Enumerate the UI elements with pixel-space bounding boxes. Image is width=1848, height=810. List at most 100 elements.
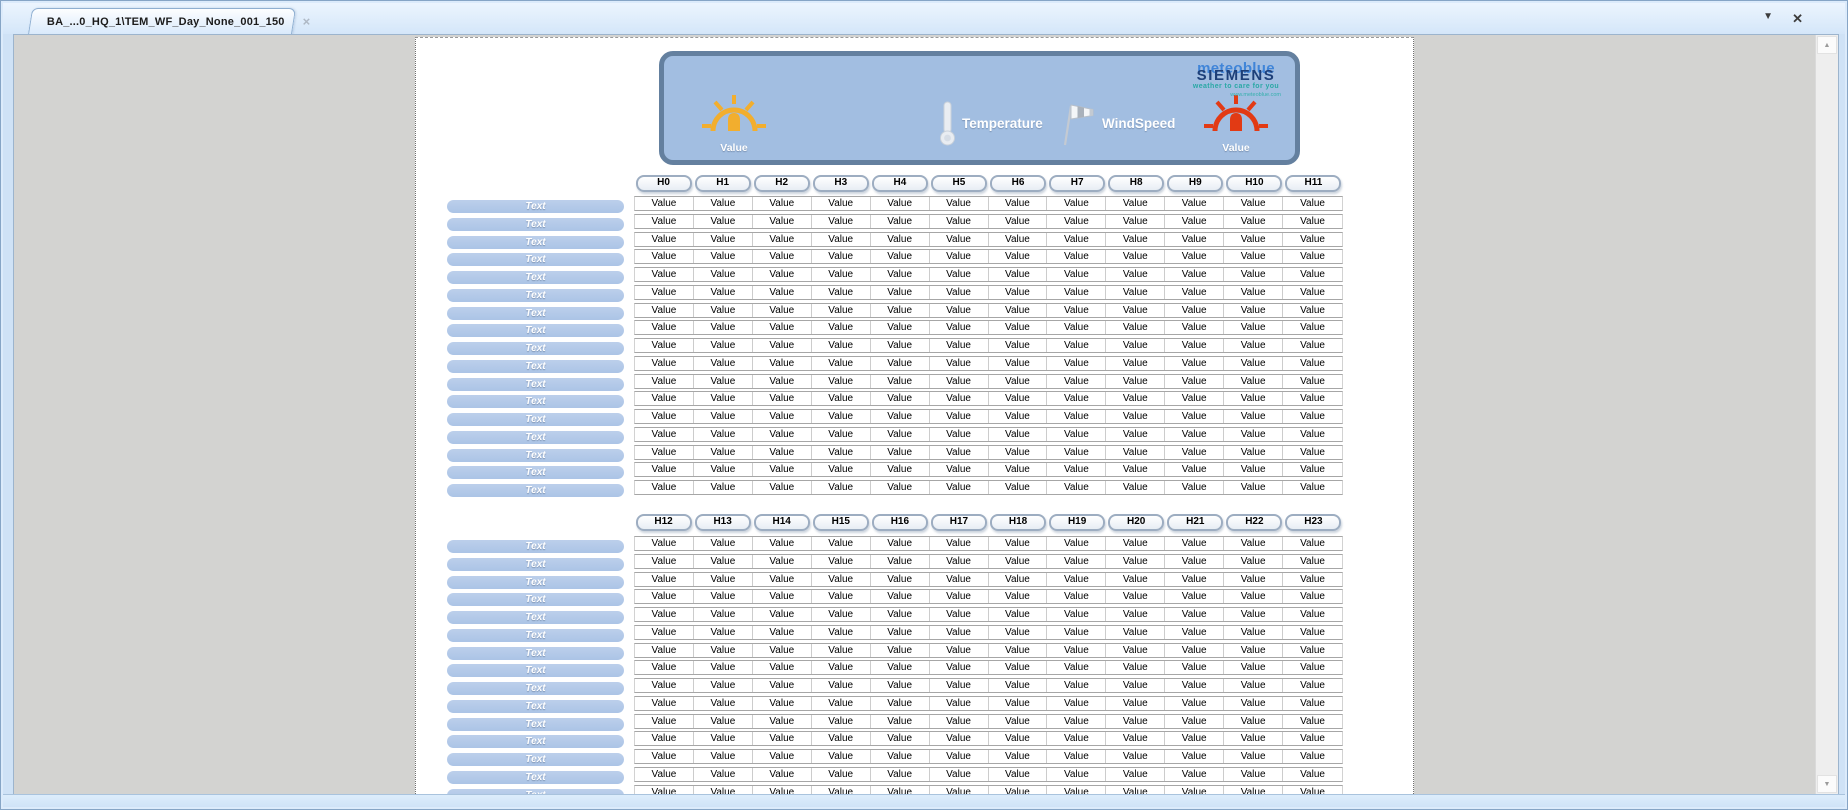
column-header-h19: H19 (1049, 514, 1105, 531)
value-cell: Value (930, 339, 989, 352)
value-cell: Value (812, 339, 871, 352)
sunset-block: Value (1192, 94, 1280, 154)
value-cell: Value (930, 590, 989, 603)
value-cell: Value (1106, 626, 1165, 639)
value-cell: Value (930, 537, 989, 550)
value-cell: Value (1106, 428, 1165, 441)
value-cell: Value (694, 304, 753, 317)
row-label-pill: Text (447, 236, 624, 249)
row-label-pill: Text (447, 431, 624, 444)
value-cell: Value (1106, 608, 1165, 621)
value-cell: Value (1106, 750, 1165, 763)
value-cell: Value (694, 573, 753, 586)
value-cell: Value (1224, 233, 1283, 246)
value-cell: Value (1224, 428, 1283, 441)
row-label-pill: Text (447, 593, 624, 606)
value-cell: Value (694, 715, 753, 728)
close-icon[interactable]: ✕ (1792, 11, 1803, 27)
row-label-pill: Text (447, 395, 624, 408)
sunrise-value-label: Value (690, 142, 778, 154)
value-cell: Value (635, 392, 694, 405)
value-cell: Value (694, 321, 753, 334)
value-cell: Value (1283, 268, 1342, 281)
value-cell: Value (694, 537, 753, 550)
value-cell: Value (812, 555, 871, 568)
value-cell: Value (694, 555, 753, 568)
table-row: ValueValueValueValueValueValueValueValue… (634, 427, 1343, 442)
report-page: Value Temperature (415, 37, 1414, 795)
value-cell: Value (1283, 732, 1342, 745)
table-row: ValueValueValueValueValueValueValueValue… (634, 714, 1343, 729)
value-cell: Value (1283, 392, 1342, 405)
value-cell: Value (1165, 463, 1224, 476)
value-cell: Value (812, 626, 871, 639)
value-cell: Value (812, 463, 871, 476)
value-cell: Value (930, 375, 989, 388)
value-cell: Value (694, 446, 753, 459)
row-label-pill: Text (447, 753, 624, 766)
value-cell: Value (1224, 250, 1283, 263)
value-cell: Value (694, 644, 753, 657)
value-cell: Value (753, 446, 812, 459)
value-cell: Value (1047, 750, 1106, 763)
value-cell: Value (635, 321, 694, 334)
value-cell: Value (1106, 375, 1165, 388)
column-header-h15: H15 (813, 514, 869, 531)
report-header-banner: Value Temperature (659, 51, 1300, 165)
row-label-pill: Text (447, 700, 624, 713)
column-headers-table1: H0H1H2H3H4H5H6H7H8H9H10H11 (634, 175, 1343, 192)
value-cell: Value (812, 233, 871, 246)
value-cell: Value (930, 661, 989, 674)
value-cell: Value (989, 750, 1048, 763)
value-cell: Value (812, 750, 871, 763)
value-cell: Value (871, 339, 930, 352)
column-header-h11: H11 (1285, 175, 1341, 192)
value-cell: Value (989, 215, 1048, 228)
tab-close-icon[interactable]: × (303, 17, 311, 27)
row-labels-table2: TextTextTextTextTextTextTextTextTextText… (447, 540, 624, 795)
value-cell: Value (871, 537, 930, 550)
table-row: ValueValueValueValueValueValueValueValue… (634, 678, 1343, 693)
value-cell: Value (694, 428, 753, 441)
value-cell: Value (930, 215, 989, 228)
value-cell: Value (930, 481, 989, 494)
value-cell: Value (1283, 573, 1342, 586)
value-cell: Value (1047, 197, 1106, 210)
value-cell: Value (1224, 590, 1283, 603)
vertical-scrollbar[interactable]: ▲ ▼ (1815, 35, 1838, 794)
value-cell: Value (1165, 410, 1224, 423)
value-cell: Value (1224, 573, 1283, 586)
value-cell: Value (989, 197, 1048, 210)
table-row: ValueValueValueValueValueValueValueValue… (634, 554, 1343, 569)
value-cell: Value (989, 233, 1048, 246)
row-label-pill: Text (447, 324, 624, 337)
value-cell: Value (635, 250, 694, 263)
value-cell: Value (989, 250, 1048, 263)
value-cell: Value (812, 481, 871, 494)
scroll-down-icon[interactable]: ▼ (1817, 775, 1837, 793)
table-row: ValueValueValueValueValueValueValueValue… (634, 445, 1343, 460)
value-cell: Value (694, 410, 753, 423)
value-cell: Value (1047, 715, 1106, 728)
value-cell: Value (1165, 250, 1224, 263)
chevron-down-icon[interactable]: ▼ (1763, 11, 1773, 22)
value-cell: Value (1047, 626, 1106, 639)
value-cell: Value (1106, 661, 1165, 674)
value-cell: Value (694, 375, 753, 388)
value-cell: Value (1283, 661, 1342, 674)
value-cell: Value (694, 250, 753, 263)
document-tab[interactable]: BA_...0_HQ_1\TEM_WF_Day_None_001_150 × (28, 8, 296, 35)
column-header-h3: H3 (813, 175, 869, 192)
value-cell: Value (635, 375, 694, 388)
row-label-pill: Text (447, 218, 624, 231)
value-cell: Value (812, 715, 871, 728)
logo-tagline-text: weather to care for you (1191, 83, 1281, 90)
value-cell: Value (694, 732, 753, 745)
value-cell: Value (1047, 304, 1106, 317)
value-cell: Value (1165, 268, 1224, 281)
scroll-up-icon[interactable]: ▲ (1817, 36, 1837, 54)
document-tab-content: BA_...0_HQ_1\TEM_WF_Day_None_001_150 × (31, 9, 293, 35)
value-cell: Value (812, 446, 871, 459)
value-cell: Value (753, 608, 812, 621)
value-cell: Value (812, 410, 871, 423)
